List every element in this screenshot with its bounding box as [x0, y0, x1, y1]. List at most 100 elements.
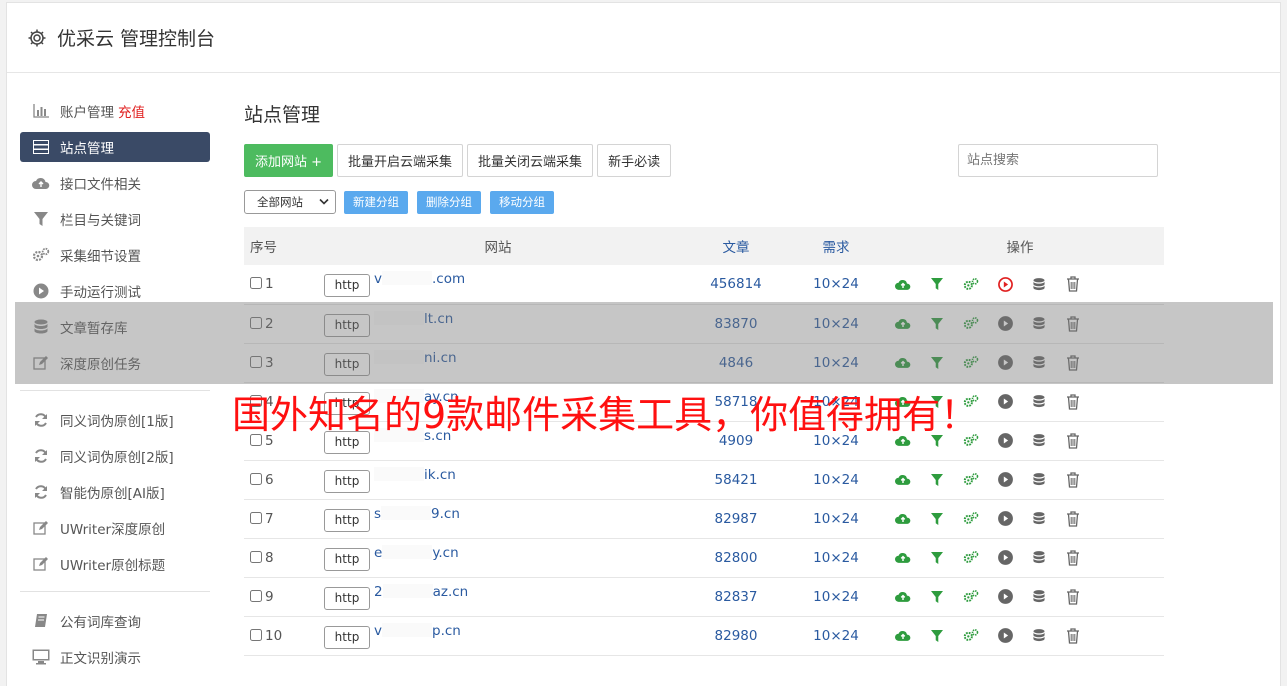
cloud-upload-icon[interactable] — [894, 471, 912, 489]
batch-close-cloud-button[interactable]: 批量关闭云端采集 — [467, 143, 594, 177]
article-count[interactable]: 82837 — [676, 577, 796, 616]
http-protocol-button[interactable]: http — [324, 274, 370, 298]
delete-group-button[interactable]: 删除分组 — [417, 190, 481, 214]
sidebar-item-synonym-v2[interactable]: 同义词伪原创[2版] — [20, 441, 210, 471]
trash-icon[interactable] — [1064, 432, 1082, 450]
site-link-suffix: p.cn — [432, 622, 461, 639]
site-link[interactable]: ik.cn — [374, 466, 456, 483]
sidebar-item-label: 栏目与关键词 — [60, 213, 141, 229]
article-count[interactable]: 82987 — [676, 499, 796, 538]
site-cell: http e y.cn — [320, 538, 676, 577]
gears-icon[interactable] — [962, 275, 980, 293]
sidebar-item-public-lexicon[interactable]: 公有词库查询 — [20, 606, 210, 636]
database-icon[interactable] — [1030, 627, 1048, 645]
sidebar-item-uwriter-deep[interactable]: UWriter深度原创 — [20, 513, 210, 543]
http-protocol-button[interactable]: http — [324, 508, 370, 532]
sidebar-item-interface-files[interactable]: 接口文件相关 — [20, 168, 210, 198]
filter-icon[interactable] — [928, 275, 946, 293]
play-icon[interactable] — [996, 275, 1014, 293]
site-link[interactable]: v p.cn — [374, 622, 461, 639]
play-icon[interactable] — [996, 393, 1014, 411]
edit-icon — [32, 555, 50, 573]
requirement-value[interactable]: 10×24 — [796, 577, 876, 616]
newbie-guide-button[interactable]: 新手必读 — [597, 143, 672, 177]
row-checkbox[interactable] — [250, 628, 262, 641]
article-count[interactable]: 82800 — [676, 538, 796, 577]
requirement-value[interactable]: 10×24 — [796, 499, 876, 538]
row-checkbox[interactable] — [250, 277, 262, 290]
sidebar-item-sites[interactable]: 站点管理 — [20, 132, 210, 162]
play-icon[interactable] — [996, 471, 1014, 489]
article-count[interactable]: 82980 — [676, 616, 796, 655]
sidebar-item-ai-rewrite[interactable]: 智能伪原创[AI版] — [20, 477, 210, 507]
http-protocol-button[interactable]: http — [324, 625, 370, 649]
row-checkbox[interactable] — [250, 550, 262, 563]
play-icon[interactable] — [996, 432, 1014, 450]
gears-icon[interactable] — [962, 471, 980, 489]
cloud-upload-icon[interactable] — [894, 510, 912, 528]
sidebar-item-label: 手动运行测试 — [60, 285, 141, 301]
trash-icon[interactable] — [1064, 510, 1082, 528]
trash-icon[interactable] — [1064, 471, 1082, 489]
filter-icon[interactable] — [928, 627, 946, 645]
play-icon[interactable] — [996, 549, 1014, 567]
filter-icon[interactable] — [928, 549, 946, 567]
batch-open-cloud-button[interactable]: 批量开启云端采集 — [337, 143, 464, 177]
gears-icon[interactable] — [962, 627, 980, 645]
requirement-value[interactable]: 10×24 — [796, 616, 876, 655]
trash-icon[interactable] — [1064, 393, 1082, 411]
group-select[interactable]: 全部网站 — [244, 190, 336, 214]
article-count[interactable]: 456814 — [676, 265, 796, 304]
requirement-value[interactable]: 10×24 — [796, 265, 876, 304]
database-icon[interactable] — [1030, 432, 1048, 450]
site-search-input[interactable] — [958, 143, 1158, 177]
filter-icon[interactable] — [928, 510, 946, 528]
gears-icon[interactable] — [962, 510, 980, 528]
http-protocol-button[interactable]: http — [324, 586, 370, 610]
gears-icon[interactable] — [962, 588, 980, 606]
database-icon[interactable] — [1030, 393, 1048, 411]
requirement-value[interactable]: 10×24 — [796, 538, 876, 577]
trash-icon[interactable] — [1064, 275, 1082, 293]
cloud-upload-icon[interactable] — [894, 275, 912, 293]
database-icon[interactable] — [1030, 471, 1048, 489]
article-count[interactable]: 58421 — [676, 460, 796, 499]
database-icon[interactable] — [1030, 549, 1048, 567]
sidebar-item-text-recognition[interactable]: 正文识别演示 — [20, 642, 210, 672]
sidebar-item-account[interactable]: 账户管理 充值 — [20, 96, 210, 126]
new-group-button[interactable]: 新建分组 — [344, 190, 408, 214]
move-group-button[interactable]: 移动分组 — [490, 190, 554, 214]
row-checkbox[interactable] — [250, 472, 262, 485]
sidebar-item-columns-keywords[interactable]: 栏目与关键词 — [20, 204, 210, 234]
col-header-site: 网站 — [484, 240, 512, 256]
sidebar-item-uwriter-title[interactable]: UWriter原创标题 — [20, 549, 210, 579]
row-checkbox[interactable] — [250, 589, 262, 602]
filter-icon[interactable] — [928, 588, 946, 606]
http-protocol-button[interactable]: http — [324, 547, 370, 571]
play-icon[interactable] — [996, 510, 1014, 528]
trash-icon[interactable] — [1064, 588, 1082, 606]
play-icon[interactable] — [996, 588, 1014, 606]
row-checkbox[interactable] — [250, 511, 262, 524]
recharge-link[interactable]: 充值 — [118, 101, 145, 121]
cloud-upload-icon[interactable] — [894, 588, 912, 606]
cloud-upload-icon[interactable] — [894, 549, 912, 567]
add-site-button[interactable]: 添加网站 + — [244, 143, 334, 177]
trash-icon[interactable] — [1064, 627, 1082, 645]
database-icon[interactable] — [1030, 588, 1048, 606]
site-link[interactable]: 2 az.cn — [374, 583, 468, 600]
cloud-upload-icon[interactable] — [894, 627, 912, 645]
sidebar-item-synonym-v1[interactable]: 同义词伪原创[1版] — [20, 405, 210, 435]
database-icon[interactable] — [1030, 510, 1048, 528]
http-protocol-button[interactable]: http — [324, 469, 370, 493]
site-link[interactable]: e y.cn — [374, 544, 459, 561]
site-link[interactable]: s 9.cn — [374, 505, 460, 522]
site-link[interactable]: v .com — [374, 271, 465, 287]
filter-icon[interactable] — [928, 471, 946, 489]
requirement-value[interactable]: 10×24 — [796, 460, 876, 499]
sidebar-item-collect-settings[interactable]: 采集细节设置 — [20, 240, 210, 270]
trash-icon[interactable] — [1064, 549, 1082, 567]
database-icon[interactable] — [1030, 275, 1048, 293]
gears-icon[interactable] — [962, 549, 980, 567]
play-icon[interactable] — [996, 627, 1014, 645]
